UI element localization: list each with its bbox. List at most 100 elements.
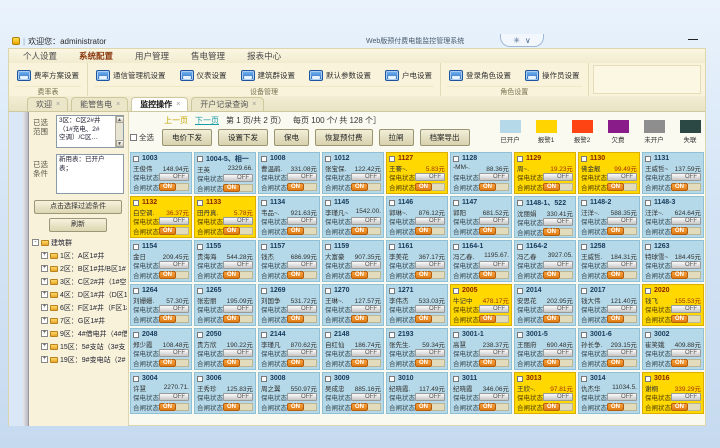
card-checkbox[interactable] [581,332,587,338]
meter-card[interactable]: 1148-3 汪洋~. 624.64元 保电状态 OFF 合闸状态 ON [642,196,704,238]
switch-on-state[interactable]: ON [223,271,240,279]
card-checkbox[interactable] [389,244,395,250]
switch-on-state[interactable]: ON [607,227,624,235]
switch-off-state[interactable]: OFF [607,349,637,357]
switch-on-state[interactable]: ON [479,271,496,279]
tree-item[interactable]: + 9区：4#借电井（4#借 [32,327,127,340]
power-status-switch[interactable]: OFF [543,305,573,313]
switch-off-state[interactable]: OFF [159,349,189,357]
toolbar-button[interactable]: 恢复预付费 [315,129,373,146]
meter-card[interactable]: 3001-5 王丽府 690.48元 保电状态 OFF 合闸状态 ON [514,328,576,370]
selected-range-listbox[interactable]: 3区：C区2#井（1#充电、2#空调）/C区… ▲ ▼ [56,115,124,148]
gate-status-switch[interactable]: ON [543,228,573,236]
gate-status-switch[interactable]: ON [223,184,253,192]
meter-card[interactable]: 1164-2 冯乙春 3927.05. 保电状态 OFF 合闸状态 ON [514,240,576,282]
switch-on-state[interactable]: ON [543,183,560,191]
switch-off-state[interactable]: OFF [607,173,637,181]
ribbon-button[interactable]: 默认参数设置 [307,68,373,83]
meter-card[interactable]: 1258 王威哲. 184.31元 保电状态 OFF 合闸状态 ON [578,240,640,282]
switch-off-state[interactable]: OFF [351,305,381,313]
power-status-switch[interactable]: OFF [415,305,445,313]
switch-on-state[interactable]: ON [607,183,624,191]
power-status-switch[interactable]: OFF [351,393,381,401]
gate-status-switch[interactable]: ON [671,403,701,411]
switch-on-state[interactable]: ON [479,315,496,323]
switch-on-state[interactable]: ON [287,227,304,235]
ribbon-button[interactable]: 建筑群设置 [239,68,298,83]
switch-on-state[interactable]: ON [671,227,688,235]
switch-off-state[interactable]: OFF [415,349,445,357]
switch-on-state[interactable]: ON [351,227,368,235]
switch-on-state[interactable]: ON [671,403,688,411]
power-status-switch[interactable]: OFF [479,173,509,181]
switch-on-state[interactable]: ON [543,359,560,367]
card-checkbox[interactable] [261,376,267,382]
document-tab[interactable]: 欢迎 × [27,97,68,111]
gate-status-switch[interactable]: ON [479,403,509,411]
next-page-link[interactable]: 下一页 [195,115,219,126]
switch-off-state[interactable]: OFF [415,173,445,181]
meter-card[interactable]: 2020 钱飞 155.53元 保电状态 OFF 合闸状态 ON [642,284,704,326]
switch-on-state[interactable]: ON [671,315,688,323]
switch-on-state[interactable]: ON [415,183,432,191]
switch-off-state[interactable]: OFF [223,174,253,182]
card-checkbox[interactable] [453,288,459,294]
switch-on-state[interactable]: ON [415,403,432,411]
gate-status-switch[interactable]: ON [223,315,253,323]
gate-status-switch[interactable]: ON [479,183,509,191]
power-status-switch[interactable]: OFF [543,218,573,226]
meter-card[interactable]: 1132 白空调. 36.37元 保电状态 OFF 合闸状态 ON [130,196,192,238]
switch-off-state[interactable]: OFF [479,349,509,357]
meter-card[interactable]: 2050 贵方欣 190.22元 保电状态 OFF 合闸状态 ON [194,328,256,370]
power-status-switch[interactable]: OFF [607,393,637,401]
gate-status-switch[interactable]: ON [543,359,573,367]
card-checkbox[interactable] [133,156,139,162]
close-icon[interactable]: × [176,101,180,108]
card-checkbox[interactable] [325,156,331,162]
power-status-switch[interactable]: OFF [479,349,509,357]
tree-item[interactable]: + 2区：B区1#井/B区1# [32,262,127,275]
switch-on-state[interactable]: ON [607,271,624,279]
power-status-switch[interactable]: OFF [479,305,509,313]
gate-status-switch[interactable]: ON [671,227,701,235]
card-checkbox[interactable] [517,332,523,338]
meter-card[interactable]: 1130 佛金靓 99.49元 保电状态 OFF 合闸状态 ON [578,152,640,194]
power-status-switch[interactable]: OFF [223,174,253,182]
switch-off-state[interactable]: OFF [543,305,573,313]
meter-card[interactable]: 3011 纪晓霞 346.06元 保电状态 OFF 合闸状态 ON [450,372,512,414]
switch-off-state[interactable]: OFF [671,393,701,401]
power-status-switch[interactable]: OFF [159,217,189,225]
gate-status-switch[interactable]: ON [159,359,189,367]
switch-on-state[interactable]: ON [287,271,304,279]
menu-tab[interactable]: 个人设置 [23,50,57,62]
power-status-switch[interactable]: OFF [287,173,317,181]
power-status-switch[interactable]: OFF [159,173,189,181]
switch-off-state[interactable]: OFF [543,261,573,269]
meter-card[interactable]: 1265 张宏丽 195.09元 保电状态 OFF 合闸状态 ON [194,284,256,326]
gate-status-switch[interactable]: ON [159,271,189,279]
gate-status-switch[interactable]: ON [543,315,573,323]
card-checkbox[interactable] [325,376,331,382]
power-status-switch[interactable]: OFF [287,261,317,269]
gate-status-switch[interactable]: ON [607,183,637,191]
pin-icon[interactable]: ✳ [513,36,520,45]
gate-status-switch[interactable]: ON [351,315,381,323]
switch-on-state[interactable]: ON [415,271,432,279]
switch-on-state[interactable]: ON [159,183,176,191]
meter-card[interactable]: 1128 -MM-. 88.36元 保电状态 OFF 合闸状态 ON [450,152,512,194]
card-checkbox[interactable] [517,288,523,294]
switch-on-state[interactable]: ON [351,271,368,279]
power-status-switch[interactable]: OFF [543,349,573,357]
card-checkbox[interactable] [133,376,139,382]
tree-item[interactable]: + 6区：F区1#井（F区1# [32,301,127,314]
card-checkbox[interactable] [197,200,203,206]
card-checkbox[interactable] [453,376,459,382]
switch-off-state[interactable]: OFF [479,305,509,313]
gate-status-switch[interactable]: ON [287,183,317,191]
switch-off-state[interactable]: OFF [671,173,701,181]
meter-card[interactable]: 3002 崔笑娥 409.88元 保电状态 OFF 合闸状态 ON [642,328,704,370]
gate-status-switch[interactable]: ON [415,183,445,191]
card-checkbox[interactable] [325,200,331,206]
switch-on-state[interactable]: ON [479,359,496,367]
card-checkbox[interactable] [645,200,651,206]
